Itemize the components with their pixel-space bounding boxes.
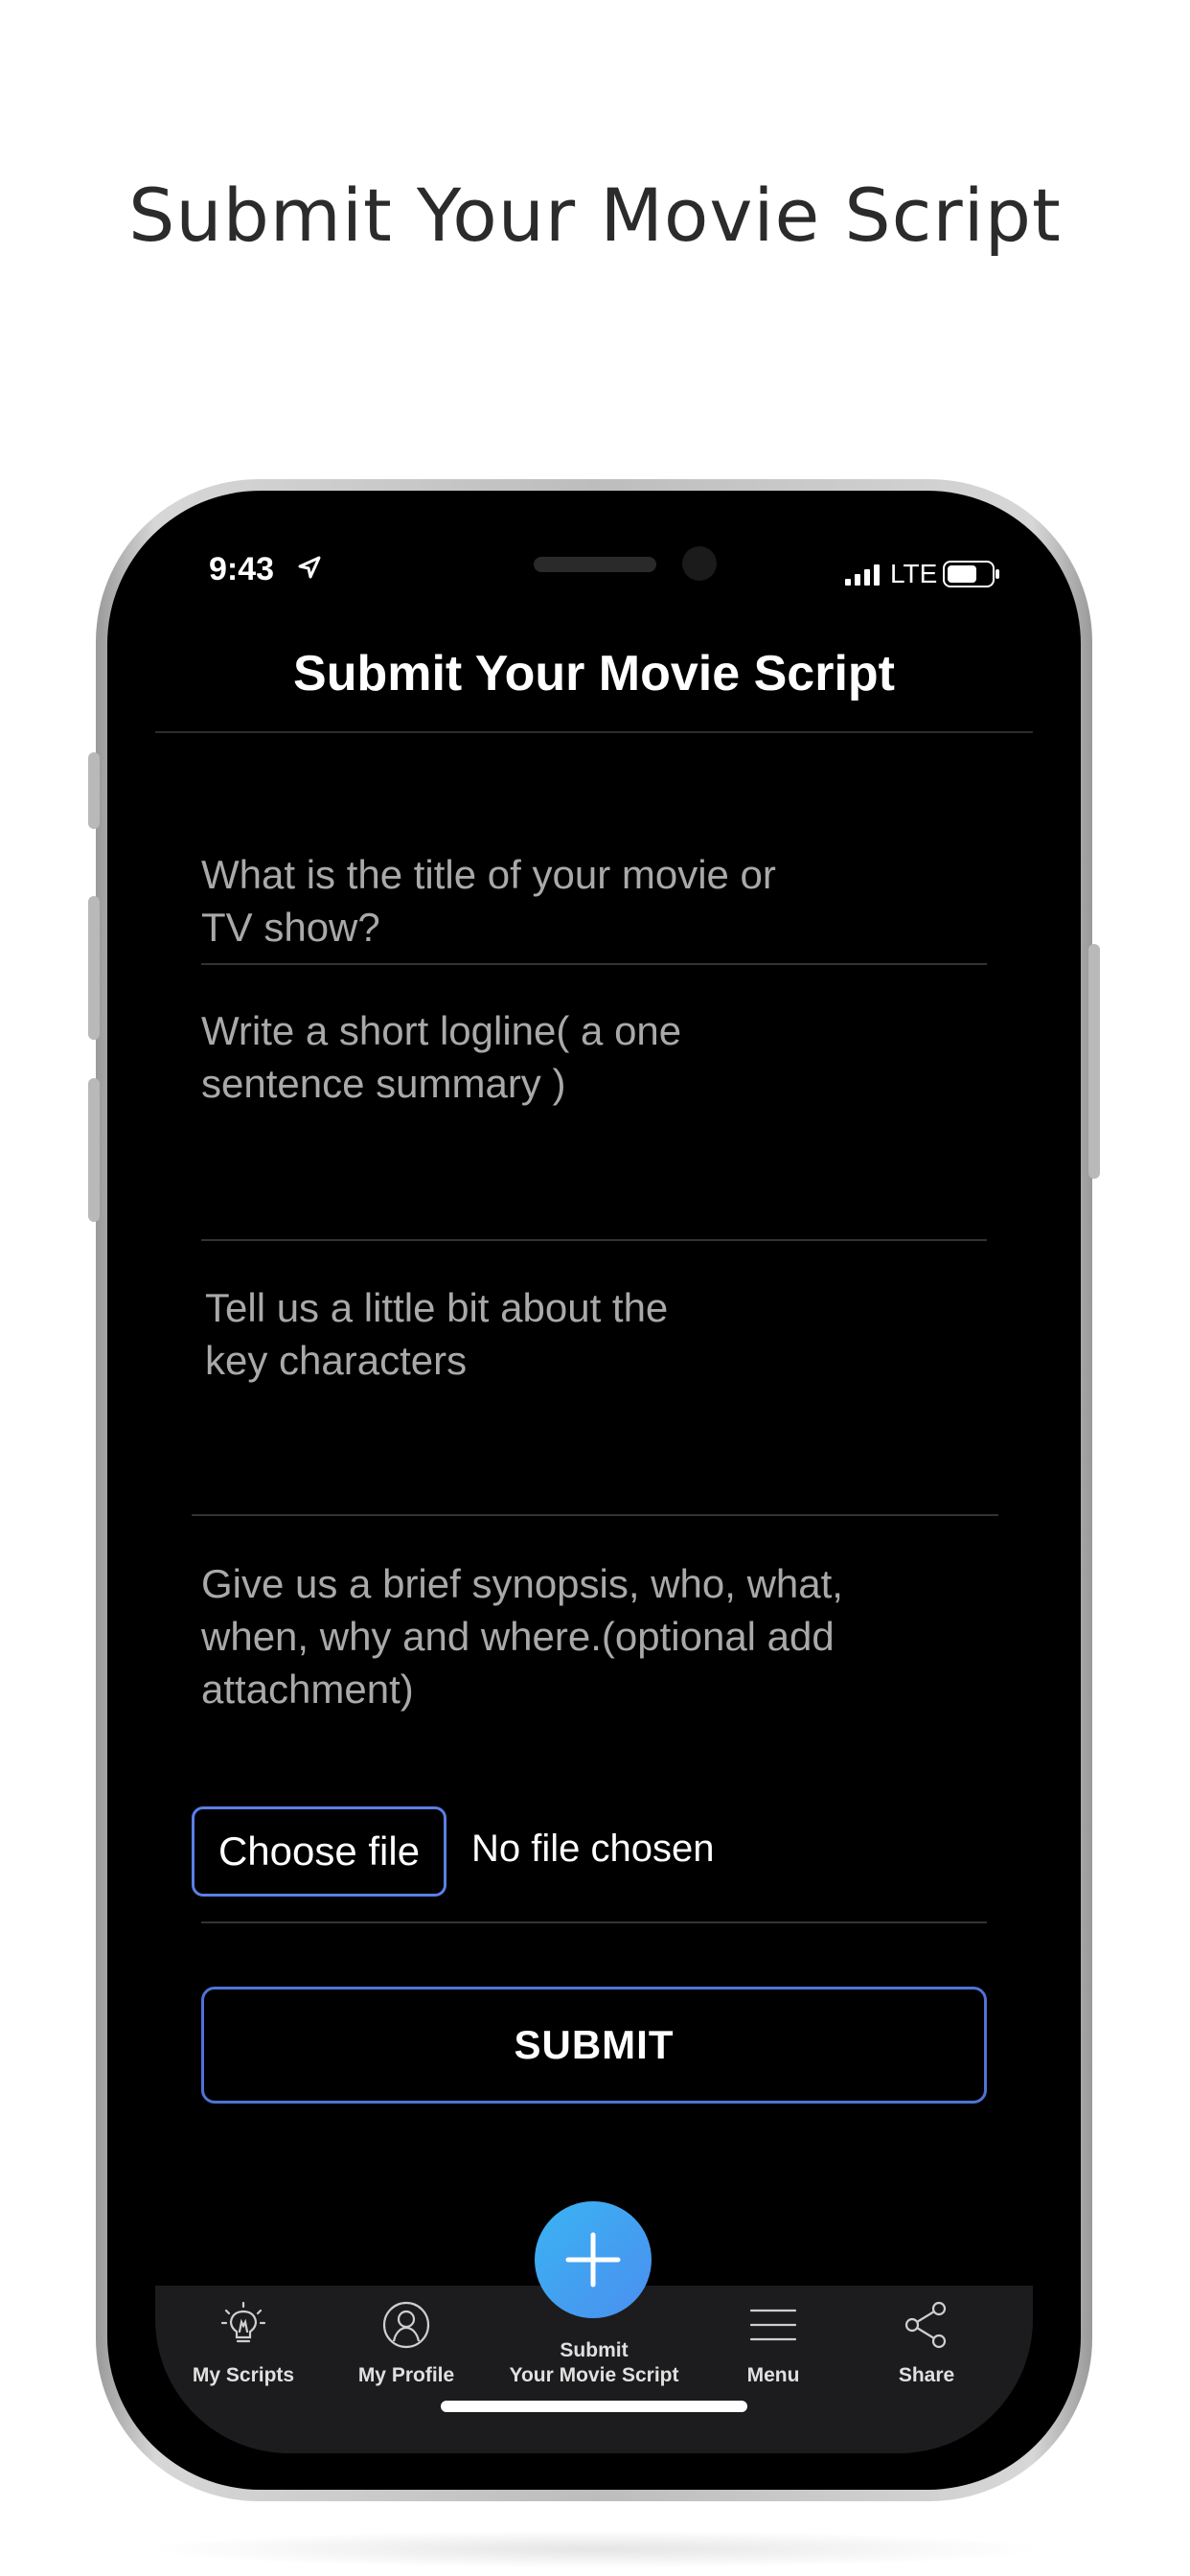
- submit-button[interactable]: SUBMIT: [201, 1987, 987, 2104]
- logline-field[interactable]: Write a short logline( a one sentence su…: [201, 1004, 958, 1110]
- tab-submit-label-line1: Submit: [560, 2339, 629, 2361]
- network-type: LTE: [890, 559, 938, 588]
- synopsis-field-underline: [201, 1921, 987, 1923]
- logline-field-underline: [201, 1239, 987, 1241]
- logline-field-placeholder-line2: sentence summary ): [201, 1061, 566, 1106]
- volume-up-button: [88, 896, 100, 1040]
- silent-switch: [88, 752, 100, 829]
- share-icon: [904, 2301, 947, 2349]
- tab-my-scripts-label: My Scripts: [192, 2364, 295, 2386]
- synopsis-field[interactable]: Give us a brief synopsis, who, what, whe…: [201, 1557, 958, 1715]
- app-screen: 9:43 LTE Submit Your Movie Script What i…: [155, 494, 1033, 2453]
- power-button: [1088, 944, 1100, 1179]
- cellular-signal-icon: [845, 564, 880, 586]
- characters-field-placeholder-line2: key characters: [205, 1338, 468, 1383]
- hamburger-menu-icon: [749, 2309, 797, 2341]
- tab-submit-label[interactable]: Submit Your Movie Script: [471, 2338, 717, 2388]
- tab-my-scripts[interactable]: My Scripts: [165, 2286, 322, 2401]
- location-arrow-icon: [298, 556, 321, 579]
- synopsis-field-placeholder-line1: Give us a brief synopsis, who, what,: [201, 1561, 843, 1606]
- plus-icon: [565, 2232, 621, 2288]
- tab-menu[interactable]: Menu: [721, 2286, 826, 2401]
- front-camera: [682, 546, 717, 581]
- status-bar: 9:43 LTE: [155, 494, 1033, 628]
- characters-field[interactable]: Tell us a little bit about the key chara…: [205, 1281, 962, 1387]
- promo-title: Submit Your Movie Script: [128, 172, 1062, 258]
- title-field-underline: [201, 963, 987, 965]
- title-field[interactable]: What is the title of your movie or TV sh…: [201, 848, 958, 954]
- tab-submit-label-line2: Your Movie Script: [509, 2364, 679, 2386]
- synopsis-field-placeholder-line3: attachment): [201, 1667, 414, 1712]
- page-title: Submit Your Movie Script: [293, 646, 895, 702]
- app-header: Submit Your Movie Script: [155, 628, 1033, 733]
- status-time: 9:43: [209, 551, 275, 587]
- file-status: No file chosen: [471, 1828, 715, 1870]
- tab-share-label: Share: [898, 2364, 955, 2386]
- tab-my-profile-label: My Profile: [357, 2364, 455, 2386]
- home-indicator[interactable]: [441, 2401, 747, 2412]
- tab-my-profile[interactable]: My Profile: [328, 2286, 485, 2401]
- tab-menu-label: Menu: [746, 2364, 800, 2386]
- synopsis-field-placeholder-line2: when, why and where.(optional add: [201, 1614, 835, 1659]
- volume-down-button: [88, 1078, 100, 1222]
- profile-icon: [382, 2301, 430, 2349]
- characters-field-placeholder-line1: Tell us a little bit about the: [205, 1285, 669, 1330]
- battery-icon: [943, 561, 999, 587]
- lightbulb-icon: [220, 2301, 266, 2343]
- phone-shadow: [144, 2530, 1046, 2568]
- tab-share[interactable]: Share: [874, 2286, 979, 2401]
- choose-file-button[interactable]: Choose file: [192, 1806, 446, 1897]
- submit-script-fab[interactable]: [535, 2201, 652, 2318]
- logline-field-placeholder-line1: Write a short logline( a one: [201, 1008, 682, 1053]
- title-field-placeholder-line1: What is the title of your movie or: [201, 852, 776, 897]
- earpiece-speaker: [534, 557, 656, 572]
- title-field-placeholder-line2: TV show?: [201, 905, 380, 950]
- characters-field-underline: [192, 1514, 998, 1516]
